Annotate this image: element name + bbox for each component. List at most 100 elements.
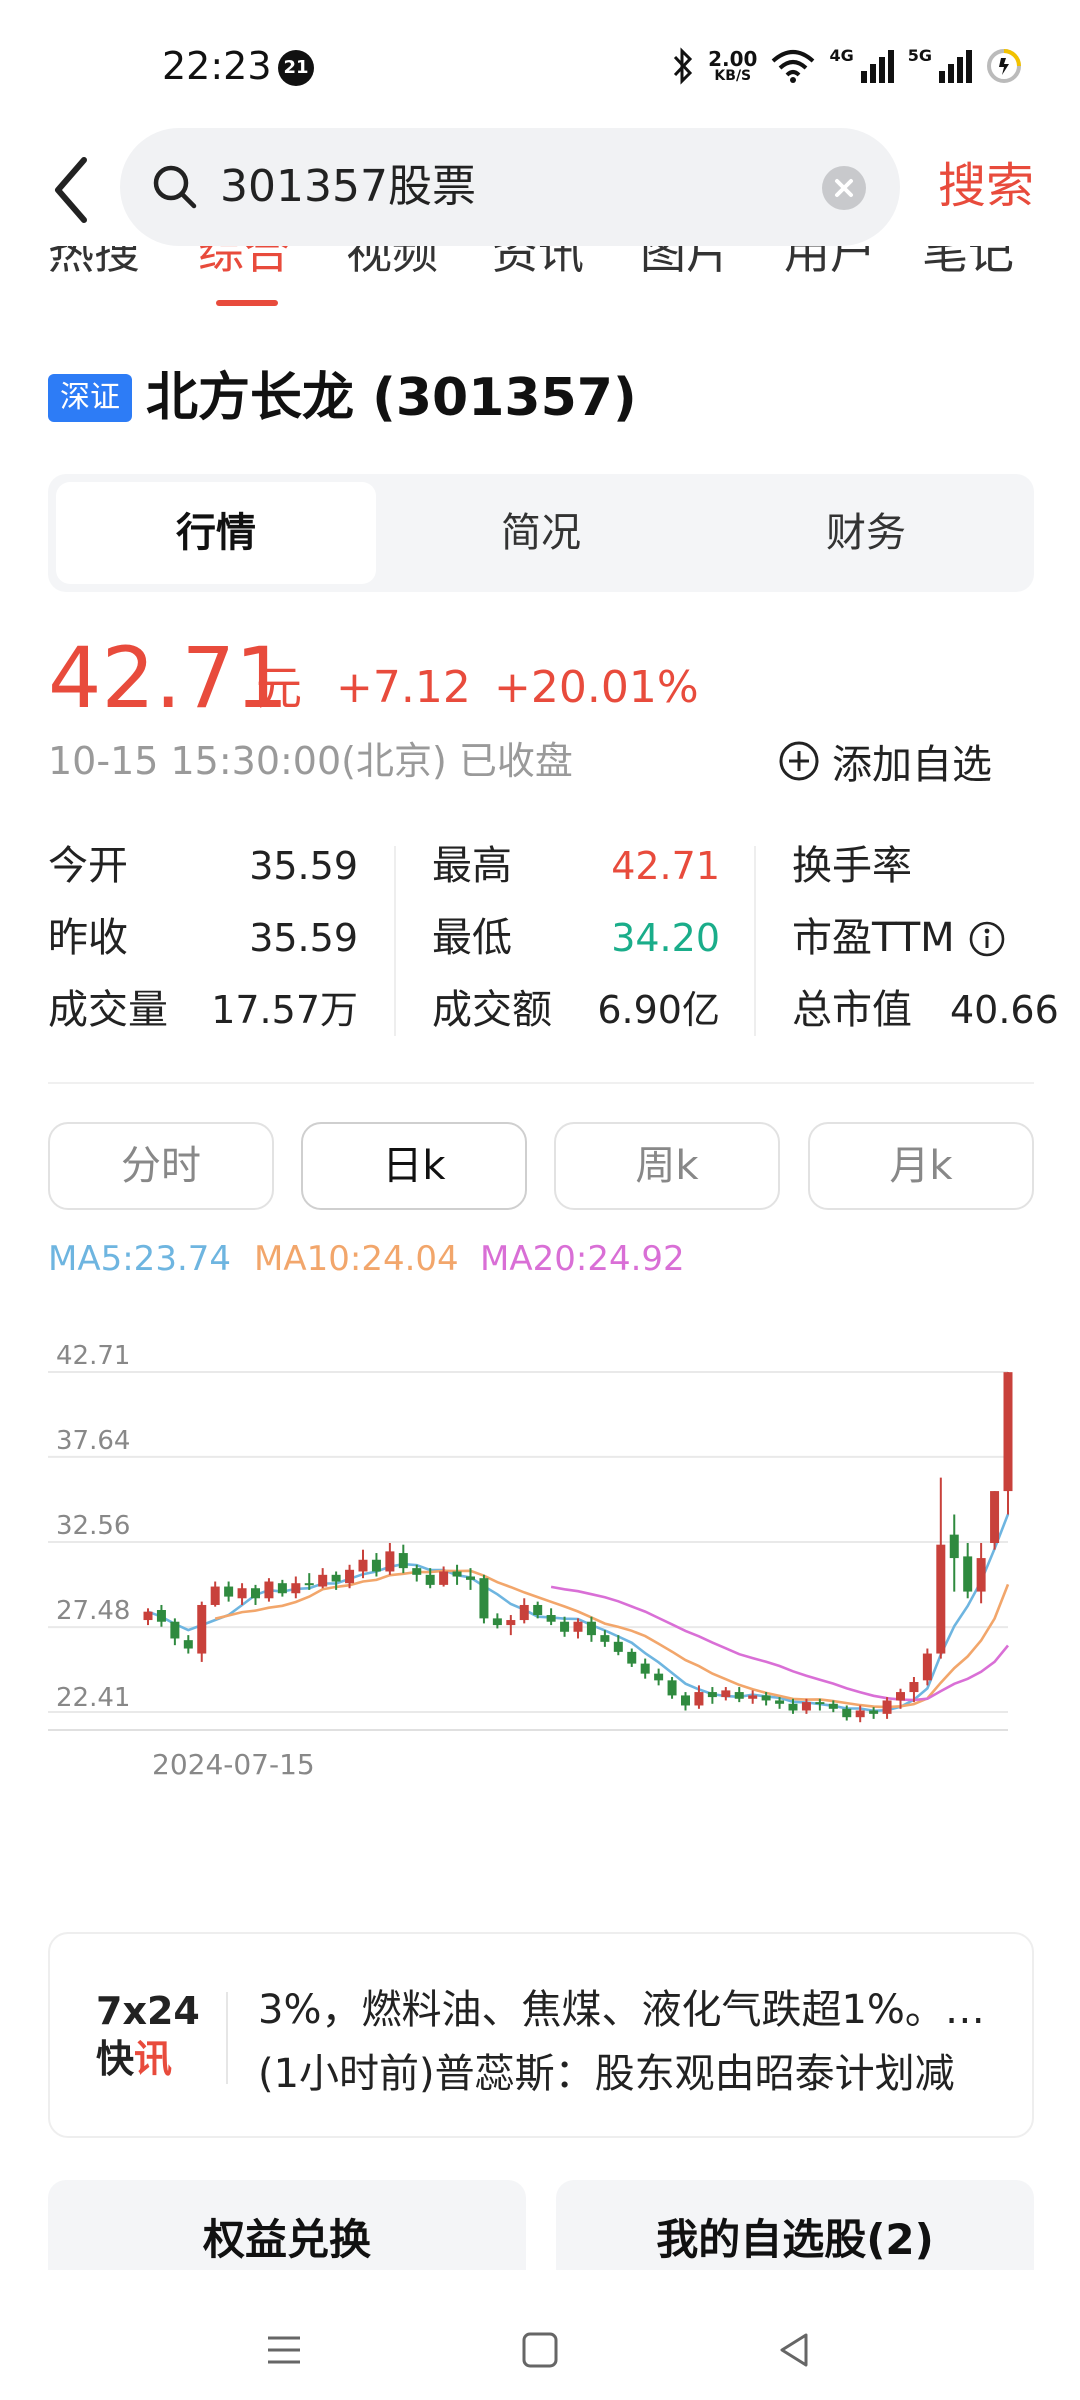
candle-body (828, 1703, 838, 1709)
candle-body (815, 1702, 825, 1705)
current-price: 42.71 (48, 629, 289, 727)
candle-body (237, 1588, 247, 1599)
candle-body (170, 1621, 180, 1639)
candle-body (560, 1621, 570, 1632)
candle-body (963, 1556, 973, 1592)
candle-body (990, 1491, 1000, 1544)
stat-open-label: 今开 (48, 843, 128, 889)
stock-title: 北方长龙 (301357) (146, 368, 637, 428)
search-button[interactable]: 搜索 (938, 156, 1034, 216)
home-icon[interactable] (518, 2328, 562, 2372)
back-icon[interactable] (772, 2328, 816, 2372)
candle-body (748, 1695, 758, 1699)
candle-body (345, 1569, 355, 1584)
news-separator (226, 1992, 228, 2084)
stat-volume-label: 成交量 (48, 987, 168, 1033)
add-watchlist-button[interactable]: 添加自选 (778, 734, 992, 788)
search-input[interactable]: 301357股票 (120, 128, 900, 246)
stat-prev-close-value: 35.59 (249, 916, 358, 960)
candle-body (371, 1559, 381, 1572)
detail-tabs: 行情 简况 财务 (48, 474, 1034, 592)
news-headline-2[interactable]: (1小时前)普蕊斯：股东观由昭泰计划减 (258, 2046, 1018, 2102)
news-logo-top: 7x24 (96, 1989, 200, 2033)
candle-body (707, 1692, 717, 1698)
candle-body (546, 1615, 556, 1622)
candle-body (654, 1673, 664, 1681)
system-nav-bar (0, 2300, 1080, 2400)
news-card[interactable]: 7x24 快讯 3%，燃料油、焦煤、液化气跌超1%。… (1小时前)普蕊斯：股东… (48, 1932, 1034, 2138)
period-intraday-button[interactable]: 分时 (48, 1122, 274, 1210)
tab-users[interactable]: 用户 (784, 246, 876, 282)
candle-body (224, 1586, 234, 1597)
back-arrow-icon[interactable] (46, 150, 96, 230)
period-daily-button[interactable]: 日k (301, 1122, 527, 1210)
stat-high-value: 42.71 (611, 844, 720, 888)
search-query-text: 301357股票 (220, 161, 476, 212)
status-bar: 22:23 21 2.00 KB/S 4G 5G (0, 0, 1080, 130)
period-monthly-button[interactable]: 月k (808, 1122, 1034, 1210)
candle-body (183, 1640, 193, 1649)
battery-icon (987, 49, 1021, 83)
price-change: +7.12 (336, 662, 471, 713)
net-speed-value: 2.00 (708, 47, 758, 71)
candle-body (439, 1571, 449, 1585)
trade-time-status: 10-15 15:30:00(北京) 已收盘 (48, 739, 573, 783)
tab-news[interactable]: 资讯 (492, 246, 584, 282)
ma5-value: MA5:23.74 (48, 1239, 232, 1279)
candle-body (842, 1708, 852, 1718)
tab-hot[interactable]: 热搜 (48, 246, 140, 282)
tab-overview[interactable]: 综合 (198, 246, 290, 282)
candle-body (331, 1574, 341, 1582)
candle-body (976, 1558, 986, 1592)
candle-body (600, 1635, 610, 1642)
kline-chart[interactable]: 42.71 37.64 32.56 27.48 22.41 2024-07-15 (48, 1300, 1034, 1900)
stat-divider (754, 846, 756, 1036)
candle-body (358, 1559, 368, 1572)
candle-body (533, 1604, 543, 1616)
candle-body (640, 1663, 650, 1674)
x-tick-label: 2024-07-15 (152, 1748, 315, 1781)
tab-profile[interactable]: 简况 (381, 482, 701, 584)
tab-notes[interactable]: 笔记 (922, 246, 1014, 282)
y-tick-label: 27.48 (56, 1596, 130, 1626)
candle-body (936, 1544, 946, 1654)
menu-icon[interactable] (262, 2328, 306, 2372)
tab-images[interactable]: 图片 (640, 246, 732, 282)
candle-body (519, 1604, 529, 1621)
candle-body (801, 1702, 811, 1711)
search-icon (153, 165, 197, 209)
candle-body (466, 1576, 475, 1580)
ma20-value: MA20:24.92 (480, 1239, 685, 1279)
news-logo-bottom: 快讯 (96, 2036, 172, 2082)
candle-body (1003, 1372, 1013, 1492)
candle-body (922, 1653, 932, 1681)
candle-body (425, 1574, 435, 1585)
notification-badge: 21 (278, 50, 314, 86)
exchange-badge: 深证 (48, 374, 132, 422)
net-speed-unit: KB/S (714, 68, 752, 84)
close-icon (835, 179, 853, 197)
news-logo-char: 快 (96, 2037, 135, 2081)
tab-finance[interactable]: 财务 (706, 482, 1026, 584)
tab-video[interactable]: 视频 (346, 246, 438, 282)
candle-body (291, 1583, 301, 1594)
stat-high-label: 最高 (432, 843, 512, 889)
status-time: 22:23 (162, 44, 272, 88)
clear-icon[interactable] (822, 166, 866, 210)
news-logo-char-accent: 讯 (134, 2037, 173, 2081)
candle-body (586, 1621, 596, 1636)
stat-divider (394, 846, 396, 1036)
info-icon[interactable] (968, 920, 1006, 958)
sim2-network-label: 5G (907, 46, 932, 65)
news-headline-1[interactable]: 3%，燃料油、焦煤、液化气跌超1%。… (258, 1982, 1018, 2038)
wifi-icon (772, 50, 815, 83)
candle-body (896, 1692, 905, 1701)
period-weekly-button[interactable]: 周k (554, 1122, 780, 1210)
bluetooth-icon (674, 47, 693, 85)
tab-quote[interactable]: 行情 (56, 482, 376, 584)
candle-body (479, 1578, 489, 1619)
candle-body (761, 1695, 771, 1701)
candle-body (627, 1651, 637, 1664)
status-icons: 2.00 KB/S 4G 5G (672, 44, 1022, 88)
y-tick-label: 42.71 (56, 1341, 130, 1371)
